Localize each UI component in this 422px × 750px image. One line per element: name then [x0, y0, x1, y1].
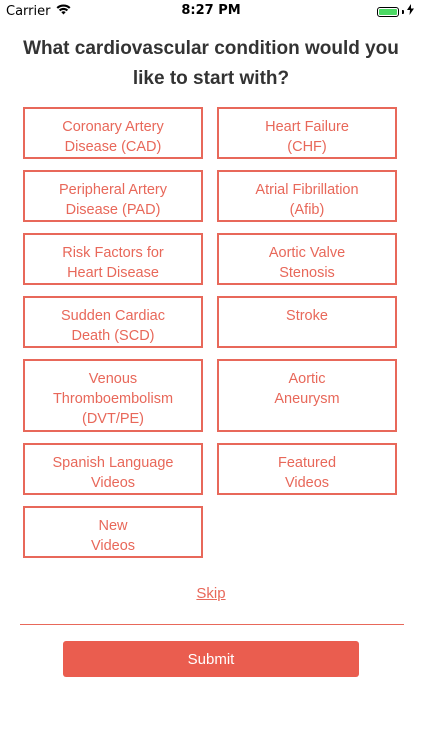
option-atrial-fibrillation[interactable]: Atrial Fibrillation (Afib): [217, 170, 397, 222]
option-venous-thromboembolism[interactable]: Venous Thromboembolism (DVT/PE): [23, 359, 203, 432]
skip-link[interactable]: Skip: [196, 585, 225, 602]
divider: [20, 624, 404, 625]
status-right: [377, 4, 414, 19]
option-heart-failure[interactable]: Heart Failure (CHF): [217, 107, 397, 159]
battery-icon: [377, 6, 399, 17]
battery-level: [379, 8, 397, 15]
option-new-videos[interactable]: New Videos: [23, 506, 203, 558]
battery-nub: [402, 9, 404, 14]
option-spanish-language-videos[interactable]: Spanish Language Videos: [23, 443, 203, 495]
option-coronary-artery-disease[interactable]: Coronary Artery Disease (CAD): [23, 107, 203, 159]
option-sudden-cardiac-death[interactable]: Sudden Cardiac Death (SCD): [23, 296, 203, 348]
submit-button[interactable]: Submit: [63, 641, 359, 677]
skip-link-container: Skip: [0, 585, 422, 602]
status-time: 8:27 PM: [181, 3, 241, 18]
option-featured-videos[interactable]: Featured Videos: [217, 443, 397, 495]
option-aortic-aneurysm[interactable]: Aortic Aneurysm: [217, 359, 397, 432]
option-stroke[interactable]: Stroke: [217, 296, 397, 348]
charging-bolt-icon: [407, 4, 414, 19]
option-risk-factors[interactable]: Risk Factors for Heart Disease: [23, 233, 203, 285]
status-bar: Carrier 8:27 PM: [0, 0, 422, 22]
option-peripheral-artery-disease[interactable]: Peripheral Artery Disease (PAD): [23, 170, 203, 222]
question-heading: What cardiovascular condition would you …: [23, 38, 399, 89]
option-aortic-valve-stenosis[interactable]: Aortic Valve Stenosis: [217, 233, 397, 285]
